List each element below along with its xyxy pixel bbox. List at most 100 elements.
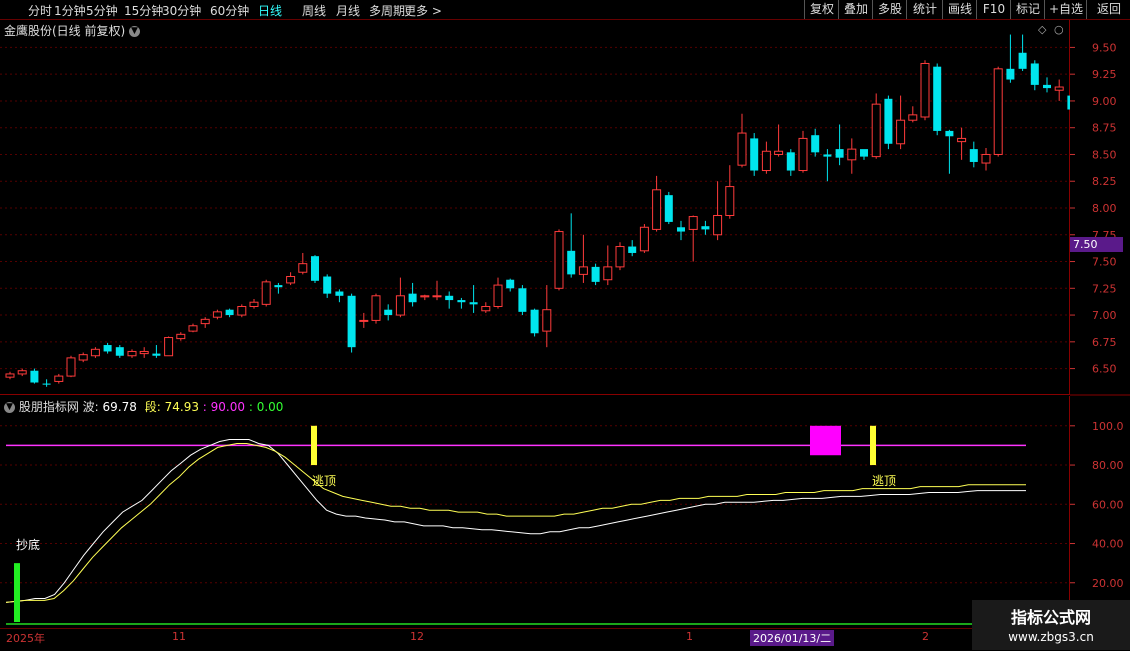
toolbar-button-0[interactable]: 复权 <box>804 0 839 19</box>
indicator-chart[interactable] <box>0 396 1070 626</box>
candle-body <box>395 295 405 316</box>
indicator-tick-label: 60.00 <box>1092 498 1124 511</box>
candle-body <box>469 302 478 305</box>
candle-body <box>42 383 51 385</box>
candle-body <box>664 195 673 222</box>
segment-line <box>5 443 1026 603</box>
period-tab-1[interactable]: 1分钟 <box>54 2 86 19</box>
cursor-price: 7.50 <box>1073 238 1098 251</box>
candle-body <box>103 345 112 352</box>
candle-body <box>871 103 881 158</box>
candle-body <box>993 68 1003 155</box>
candle-body <box>823 154 832 157</box>
date-dec: 12 <box>410 630 424 643</box>
date-start: 2025年 <box>6 632 45 645</box>
candle-body <box>530 309 539 334</box>
candle-body <box>920 62 930 118</box>
price-tick-label: 9.50 <box>1092 41 1117 54</box>
candle-body <box>54 375 64 382</box>
candle-body <box>798 137 808 172</box>
candle-body <box>30 370 39 383</box>
candle-body <box>933 66 942 131</box>
candle-body <box>701 226 710 230</box>
candle-body <box>591 266 600 282</box>
sell-signal-bar-1 <box>311 425 317 466</box>
candle-body <box>554 231 564 289</box>
candle-body <box>737 132 747 166</box>
price-tick-label: 8.00 <box>1092 202 1117 215</box>
candle-body <box>578 266 588 275</box>
date-jan: 1 <box>686 630 693 643</box>
toolbar-button-7[interactable]: +自选 <box>1044 0 1087 19</box>
candle-body <box>408 293 417 303</box>
period-tab-7[interactable]: 周线 <box>302 2 326 19</box>
period-tab-3[interactable]: 15分钟 <box>124 2 163 19</box>
candle-body <box>969 149 978 162</box>
candle-body <box>884 98 893 144</box>
candle-body <box>713 214 723 236</box>
candle-body <box>274 285 283 288</box>
candle-body <box>298 263 308 273</box>
price-chart[interactable] <box>0 20 1070 395</box>
period-tab-4[interactable]: 30分钟 <box>162 2 201 19</box>
candle-body <box>323 276 332 294</box>
period-tab-8[interactable]: 月线 <box>336 2 360 19</box>
watermark-title: 指标公式网 <box>1010 608 1091 627</box>
buy-signal-bar <box>14 563 20 622</box>
candle-body <box>17 370 27 375</box>
price-tick-label: 9.25 <box>1092 68 1117 81</box>
period-tab-2[interactable]: 5分钟 <box>86 2 118 19</box>
toolbar-button-4[interactable]: 画线 <box>942 0 977 19</box>
candle-body <box>164 337 174 357</box>
price-tick-label: 8.75 <box>1092 122 1117 135</box>
period-tab-6[interactable]: 日线 <box>258 2 282 19</box>
candle-body <box>542 309 552 332</box>
candle-body <box>786 152 795 171</box>
price-tick-label: 7.25 <box>1092 282 1117 295</box>
candle-body <box>152 353 161 356</box>
toolbar-button-8[interactable]: 返回 <box>1086 0 1130 19</box>
price-tick-label: 8.25 <box>1092 175 1117 188</box>
candle-body <box>225 309 234 316</box>
candle-body <box>359 319 369 322</box>
price-tick-label: 6.50 <box>1092 363 1117 376</box>
date-nov: 11 <box>172 630 186 643</box>
candle-body <box>957 137 967 143</box>
candle-body <box>945 130 954 137</box>
period-tab-5[interactable]: 60分钟 <box>210 2 249 19</box>
date-feb: 2 <box>922 630 929 643</box>
candle-body <box>457 300 466 303</box>
candle-body <box>835 149 844 158</box>
candle-body <box>249 301 259 307</box>
date-axis <box>0 628 1070 651</box>
candle-body <box>212 311 222 318</box>
sell-signal-label-1: 逃顶 <box>312 474 337 488</box>
candle-body <box>860 149 868 157</box>
toolbar-button-5[interactable]: F10 <box>976 0 1011 19</box>
toolbar-button-3[interactable]: 统计 <box>906 0 943 19</box>
candle-body <box>432 295 442 298</box>
price-tick-label: 6.75 <box>1092 336 1117 349</box>
candle-body <box>188 325 198 332</box>
price-tick-label: 7.50 <box>1092 256 1117 269</box>
toolbar-button-1[interactable]: 叠加 <box>838 0 873 19</box>
candle-body <box>90 348 100 357</box>
cursor-date: 2026/01/13/二 <box>750 630 835 646</box>
period-tab-9[interactable]: 多周期 <box>369 2 405 19</box>
candle-body <box>688 216 698 230</box>
candle-body <box>78 354 88 361</box>
candle-body <box>286 276 296 284</box>
candle-body <box>127 350 137 357</box>
candle-body <box>761 150 771 172</box>
toolbar-button-2[interactable]: 多股 <box>872 0 907 19</box>
period-tab-0[interactable]: 分时 <box>28 2 52 19</box>
candle-body <box>847 148 857 161</box>
candle-body <box>1006 68 1015 80</box>
candle-body <box>725 186 735 216</box>
candle-body <box>384 309 393 316</box>
toolbar-button-6[interactable]: 标记 <box>1010 0 1045 19</box>
candle-body <box>1018 52 1027 69</box>
candle-body <box>506 279 515 289</box>
period-tab-10[interactable]: 更多 > <box>404 2 442 19</box>
candle-body <box>652 189 662 230</box>
